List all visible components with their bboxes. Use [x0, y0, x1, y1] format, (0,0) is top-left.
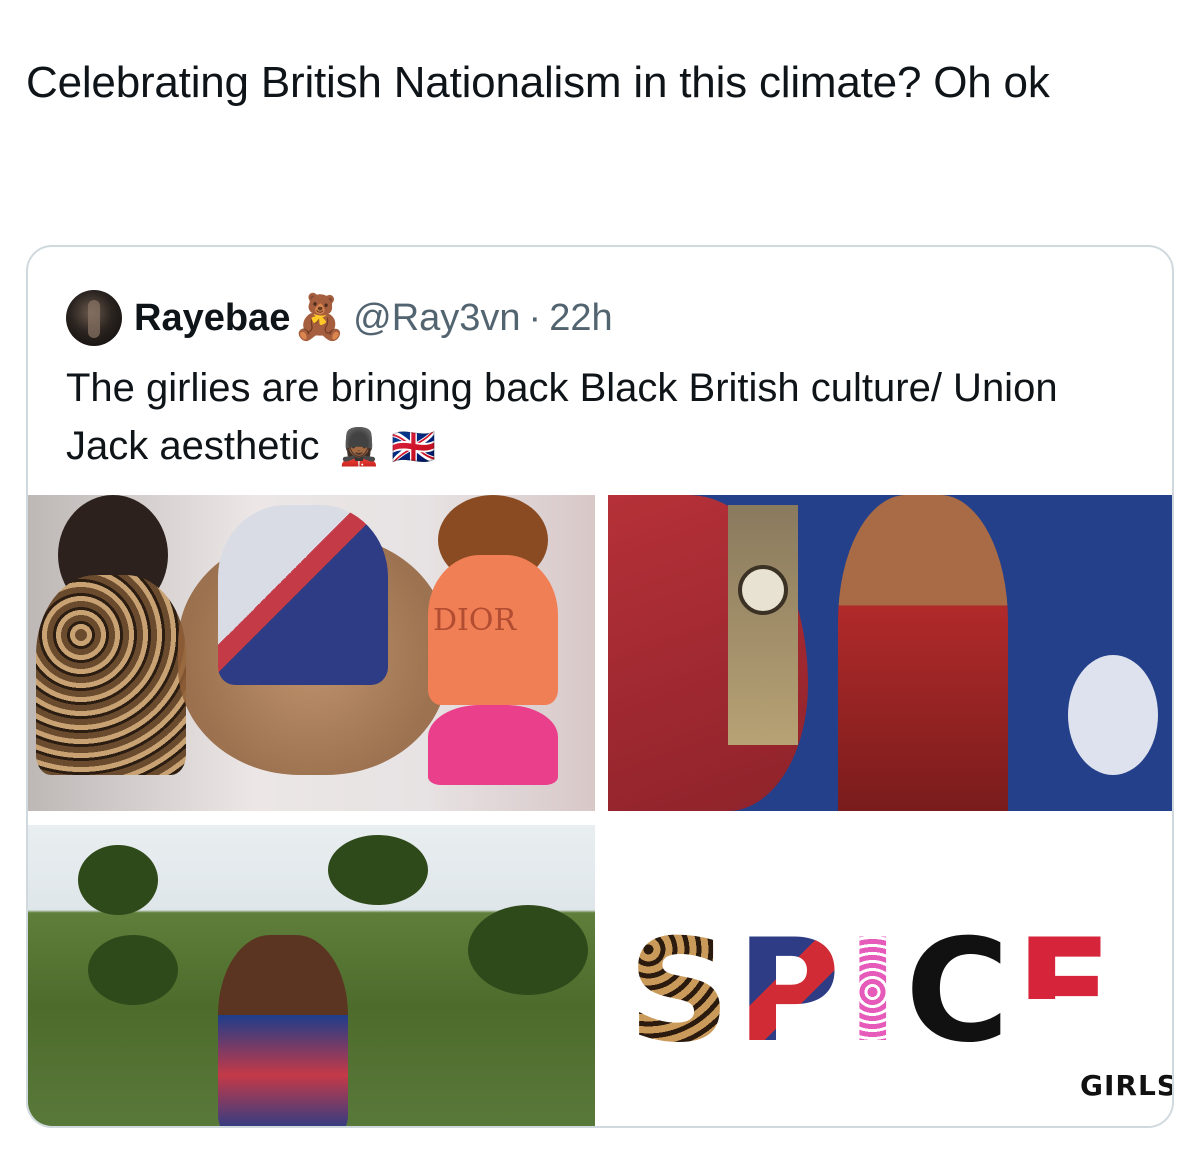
photo-union-jack-dress-field[interactable]	[28, 825, 595, 1126]
spice-girls-logo[interactable]: S P I C E GIRLS	[608, 825, 1172, 1126]
letter-p: P	[736, 909, 841, 1074]
photo-big-ben-collage[interactable]	[608, 495, 1172, 811]
letter-c: C	[905, 909, 1010, 1074]
letter-i: I	[846, 909, 900, 1074]
photo-girls-union-jack-outfits[interactable]: DIOR	[28, 495, 595, 811]
clock-icon	[738, 565, 788, 615]
woman-in-tartan	[838, 495, 1008, 811]
tweet-text: Celebrating British Nationalism in this …	[26, 58, 1050, 107]
timestamp[interactable]: 22h	[549, 297, 612, 340]
girls-text: GIRLS	[1080, 1069, 1172, 1102]
spice-wordmark: S P I C E	[628, 921, 1112, 1063]
teddy-bear-icon: 🧸	[292, 293, 348, 342]
shirt-text: DIOR	[433, 603, 517, 638]
woman-in-union-jack-dress	[218, 935, 348, 1126]
quoted-tweet-body: The girlies are bringing back Black Brit…	[66, 366, 1058, 468]
avatar[interactable]	[66, 290, 122, 346]
letter-s: S	[628, 909, 731, 1074]
tree	[78, 845, 158, 915]
paint-splash	[1068, 655, 1158, 775]
quoted-tweet-text: The girlies are bringing back Black Brit…	[66, 359, 1126, 476]
union-jack-top	[218, 505, 388, 685]
separator-dot: ·	[528, 296, 542, 339]
leopard-corset	[36, 575, 186, 775]
display-name[interactable]: Rayebae	[134, 297, 290, 340]
tree	[328, 835, 428, 905]
tree	[88, 935, 178, 1005]
media-grid: DIOR S P I C E GIRLS	[28, 495, 1172, 1126]
big-ben-tower	[728, 505, 798, 745]
quoted-tweet-card[interactable]: Rayebae 🧸 @Ray3vn · 22h The girlies are …	[26, 245, 1174, 1128]
quoted-tweet-header: Rayebae 🧸 @Ray3vn · 22h	[66, 289, 613, 347]
pink-shorts	[428, 705, 558, 785]
tree	[468, 905, 588, 995]
letter-e: E	[1015, 909, 1113, 1074]
user-handle[interactable]: @Ray3vn	[353, 297, 520, 340]
guard-flag-icon: 💂🏾‍♀️ 🇬🇧	[336, 426, 437, 467]
